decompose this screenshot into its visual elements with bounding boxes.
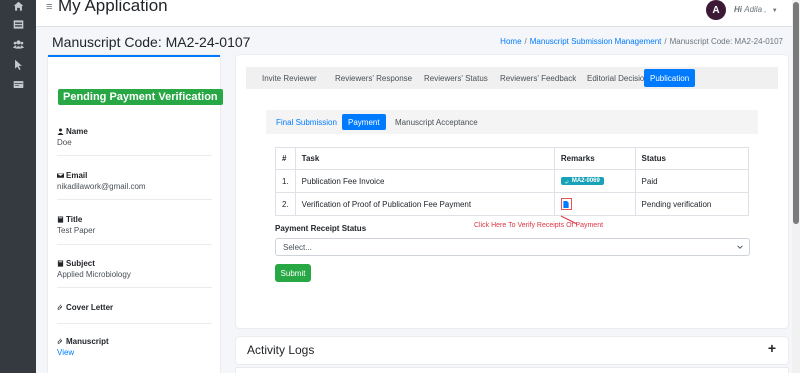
tasks-table: # Task Remarks Status 1. Publication Fee… (275, 147, 750, 216)
breadcrumb-current: Manuscript Code: MA2-24-0107 (669, 37, 783, 46)
info-manuscript: Manuscript View (57, 337, 212, 357)
submit-button[interactable]: Submit (275, 264, 311, 282)
divider (57, 323, 212, 324)
next-card-edge (236, 368, 788, 373)
header-task: Task (294, 147, 555, 170)
manuscript-view-link[interactable]: View (57, 348, 212, 357)
table-row: 1. Publication Fee Invoice MA2-0069 Paid (275, 169, 750, 193)
title-label: Title (66, 215, 83, 224)
manuscript-label: Manuscript (66, 337, 109, 346)
users-icon[interactable] (11, 38, 25, 50)
top-navbar: ≡ My Application A Hi Adila , ▼ (36, 0, 800, 27)
caret-down-icon: ▼ (771, 8, 778, 14)
payment-status-select[interactable]: Select... (275, 238, 750, 256)
table-header-row: # Task Remarks Status (275, 147, 750, 170)
paperclip-icon (57, 338, 63, 344)
table-icon[interactable] (11, 18, 25, 30)
breadcrumb-manuscript-management[interactable]: Manuscript Submission Management (530, 37, 662, 46)
row-status: Paid (634, 169, 750, 193)
user-menu[interactable]: Hi Adila , ▼ (734, 5, 778, 14)
tab-publication[interactable]: Publication (644, 69, 696, 87)
avatar-initial: A (712, 4, 720, 16)
publication-subtabs: Final Submission Payment Manuscript Acce… (266, 110, 758, 134)
greeting-name: Adila , (744, 5, 767, 14)
table-row: 2. Verification of Proof of Publication … (275, 192, 750, 216)
subtab-payment[interactable]: Payment (342, 114, 386, 130)
file-icon (563, 200, 569, 208)
info-cover-letter: Cover Letter (57, 303, 212, 312)
payment-status-label: Payment Receipt Status (275, 224, 367, 233)
activity-logs-title: Activity Logs (247, 343, 315, 357)
email-value: nikadilawork@gmail.com (57, 182, 146, 191)
breadcrumb-home[interactable]: Home (500, 37, 521, 46)
expand-plus-icon[interactable]: + (768, 340, 776, 356)
book-icon (57, 216, 64, 223)
book-icon (57, 260, 64, 267)
breadcrumb: Home / Manuscript Submission Management / Ma… (500, 37, 783, 46)
row-remarks: MA2-0069 (553, 169, 636, 193)
info-email: Email nikadilawork@gmail.com (57, 171, 212, 191)
invoice-code: MA2-0069 (571, 178, 600, 184)
divider (57, 155, 212, 156)
name-value: Doe (57, 138, 72, 147)
tab-invite-reviewer[interactable]: Invite Reviewer (256, 69, 323, 87)
home-icon[interactable] (11, 0, 25, 12)
subtab-final-submission[interactable]: Final Submission (270, 114, 343, 130)
paperclip-icon (565, 179, 569, 183)
subject-label: Subject (66, 259, 95, 268)
row-number: 1. (275, 169, 296, 193)
activity-logs-card[interactable]: Activity Logs + (236, 337, 788, 364)
title-value: Test Paper (57, 226, 96, 235)
cover-letter-label: Cover Letter (66, 303, 114, 312)
cursor-icon[interactable] (11, 58, 25, 70)
row-remarks (553, 192, 636, 216)
info-title: Title Test Paper (57, 215, 212, 235)
row-task: Verification of Proof of Publication Fee… (294, 192, 555, 216)
subject-value: Applied Microbiology (57, 270, 131, 279)
tab-reviewers-response[interactable]: Reviewers' Response (329, 69, 418, 87)
invoice-badge[interactable]: MA2-0069 (560, 177, 604, 185)
workflow-tabs: Invite Reviewer Reviewers' Response Revi… (246, 67, 778, 89)
chevron-down-icon (737, 245, 743, 249)
breadcrumb-separator: / (524, 37, 527, 46)
row-number: 2. (275, 192, 296, 216)
divider (57, 287, 212, 288)
tab-reviewers-feedback[interactable]: Reviewers' Feedback (494, 69, 582, 87)
verify-receipt-hint: Click Here To Verify Receipts Of Payment (474, 222, 604, 229)
row-task: Publication Fee Invoice (294, 169, 555, 193)
divider (57, 244, 212, 245)
app-title: My Application (58, 0, 168, 15)
sidebar (0, 0, 36, 373)
scrollbar-thumb[interactable] (793, 2, 799, 224)
user-icon (57, 128, 64, 135)
paperclip-icon (57, 304, 63, 310)
page-title: Manuscript Code: MA2-24-0107 (52, 34, 251, 50)
page-scrollbar[interactable] (792, 0, 800, 373)
tab-reviewers-status[interactable]: Reviewers' Status (418, 69, 494, 87)
info-name: Name Doe (57, 127, 212, 147)
greeting-prefix: Hi (734, 5, 742, 14)
receipt-file-button[interactable] (560, 198, 572, 210)
info-subject: Subject Applied Microbiology (57, 259, 212, 279)
email-label: Email (66, 171, 88, 180)
breadcrumb-separator: / (664, 37, 667, 46)
select-value: Select... (283, 242, 312, 252)
envelope-icon (57, 173, 64, 178)
avatar[interactable]: A (706, 0, 726, 20)
divider (57, 199, 212, 200)
row-status: Pending verification (634, 192, 750, 216)
workflow-card: Invite Reviewer Reviewers' Response Revi… (236, 55, 788, 328)
header-status: Status (634, 147, 750, 170)
card-icon[interactable] (11, 78, 25, 90)
subtab-manuscript-acceptance[interactable]: Manuscript Acceptance (389, 114, 484, 130)
hamburger-icon[interactable]: ≡ (46, 1, 52, 13)
name-label: Name (66, 127, 88, 136)
header-number: # (275, 147, 296, 170)
header-remarks: Remarks (553, 147, 636, 170)
profile-card: Pending Payment Verification Name Doe Em… (48, 55, 223, 373)
status-badge: Pending Payment Verification (58, 89, 223, 105)
